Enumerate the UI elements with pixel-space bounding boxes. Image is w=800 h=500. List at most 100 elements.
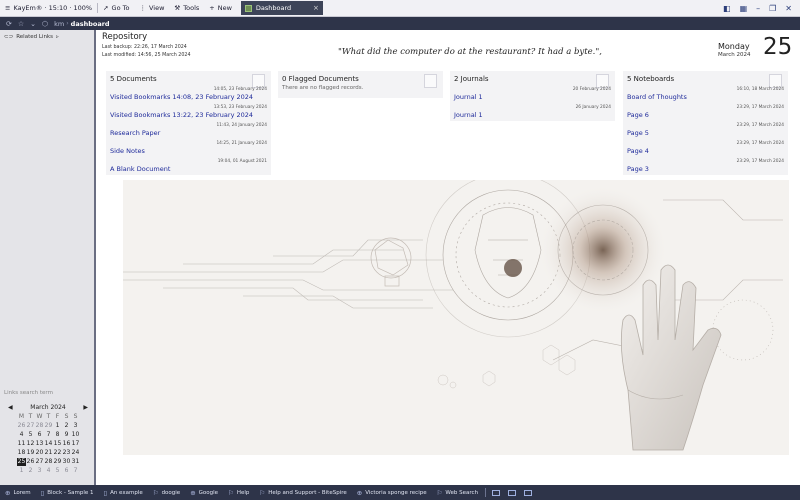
calendar-day[interactable]: 20 [35,449,44,457]
calendar-day[interactable]: 2 [26,467,35,475]
calendar-day[interactable]: 7 [71,467,80,475]
calendar-day[interactable]: 17 [71,440,80,448]
calendar-day[interactable]: 4 [17,431,26,439]
refresh-icon[interactable]: ⟳ [6,20,12,28]
calendar-day[interactable]: 28 [35,422,44,430]
folder-icon[interactable] [508,489,517,496]
calendar-day[interactable]: 23 [62,449,71,457]
item-link[interactable]: Page 4 [627,147,649,155]
calendar-day[interactable]: 6 [35,431,44,439]
tools-menu[interactable]: ⚒ Tools [169,0,204,17]
bookmark-item[interactable]: ⊕ Lorem [0,489,36,497]
calendar-day[interactable]: 3 [35,467,44,475]
bookmark-item[interactable]: ▯ An example [98,489,147,497]
calendar-day[interactable]: 13 [35,440,44,448]
calendar-day[interactable]: 7 [44,431,53,439]
folder-icon[interactable] [524,489,533,496]
bookmark-item[interactable]: ⊕ Victoria sponge recipe [352,489,432,497]
links-search-input[interactable]: Links search term [4,390,53,396]
breadcrumb-separator: › [66,20,69,27]
calendar-day[interactable]: 26 [26,458,35,466]
list-item[interactable]: 23:29, 17 March 2024 Page 4 [623,139,788,157]
view-menu[interactable]: ⋮ View [134,0,169,17]
calendar-day-selected[interactable]: 25 [17,458,26,466]
related-links-header[interactable]: ⊂⊃ Related Links ▹ [0,30,94,44]
calendar-next-icon[interactable]: ▶ [83,404,88,411]
calendar-day[interactable]: 21 [44,449,53,457]
calendar-day[interactable]: 31 [71,458,80,466]
folder-icon[interactable] [492,489,501,496]
calendar-day[interactable]: 10 [71,431,80,439]
list-item[interactable]: 13:53, 23 February 2024 Visited Bookmark… [106,103,271,121]
maximize-icon[interactable]: ❐ [769,4,776,13]
list-item[interactable]: 23:29, 17 March 2024 Page 5 [623,121,788,139]
item-link[interactable]: Page 5 [627,129,649,137]
bookmark-item[interactable]: ⊕ Google [185,489,223,497]
item-link[interactable]: A Blank Document [110,165,170,173]
calendar-day[interactable]: 30 [62,458,71,466]
list-item[interactable]: 14:05, 23 February 2024 Visited Bookmark… [106,85,271,103]
calendar-day[interactable]: 24 [71,449,80,457]
layout-toggle-icon[interactable]: ◧ [723,4,731,13]
calendar-day[interactable]: 15 [53,440,62,448]
list-item[interactable]: 20 February 2024 Journal 1 [450,85,615,103]
list-item[interactable]: 16:10, 18 March 2024 Board of Thoughts [623,85,788,103]
calendar-day[interactable]: 4 [44,467,53,475]
bookmark-item[interactable]: ⚐ doogie [148,489,185,497]
bookmark-item[interactable]: ▯ Block - Sample 1 [36,489,99,497]
calendar-day[interactable]: 29 [53,458,62,466]
calendar-day[interactable]: 22 [53,449,62,457]
calendar-day[interactable]: 14 [44,440,53,448]
bookmark-item[interactable]: ⚐ Web Search [432,489,483,497]
minimize-icon[interactable]: – [756,4,760,13]
item-link[interactable]: Page 3 [627,165,649,173]
new-menu[interactable]: + New [204,0,237,17]
list-item[interactable]: 14:25, 21 January 2024 Side Notes [106,139,271,157]
bookmark-item[interactable]: ⚐ Help and Support - BiteSpire [254,489,351,497]
calendar-day[interactable]: 26 [17,422,26,430]
item-link[interactable]: Visited Bookmarks 14:08, 23 February 202… [110,93,253,101]
item-link[interactable]: Journal 1 [454,93,483,101]
goto-menu[interactable]: ➚ Go To [98,0,134,17]
list-item[interactable]: 19:04, 01 August 2021 A Blank Document [106,157,271,175]
list-item[interactable]: 26 January 2024 Journal 1 [450,103,615,121]
calendar-day[interactable]: 27 [35,458,44,466]
close-icon[interactable]: × [313,4,319,12]
breadcrumb-root[interactable]: km [54,20,64,28]
calendar-day[interactable]: 16 [62,440,71,448]
list-item[interactable]: 23:29, 17 March 2024 Page 3 [623,157,788,175]
calendar-day[interactable]: 5 [26,431,35,439]
calendar-day[interactable]: 6 [62,467,71,475]
calendar-day[interactable]: 1 [17,467,26,475]
calendar-day[interactable]: 1 [53,422,62,430]
calendar-day[interactable]: 27 [26,422,35,430]
calendar-day[interactable]: 28 [44,458,53,466]
calendar-day[interactable]: 12 [26,440,35,448]
list-item[interactable]: 11:43, 24 January 2024 Research Paper [106,121,271,139]
related-links-label: Related Links [16,34,53,40]
item-link[interactable]: Journal 1 [454,111,483,119]
item-link[interactable]: Board of Thoughts [627,93,687,101]
calendar-day[interactable]: 18 [17,449,26,457]
calendar-day[interactable]: 11 [17,440,26,448]
star-icon[interactable]: ☆ [18,20,24,28]
calendar-day[interactable]: 3 [71,422,80,430]
calendar-day[interactable]: 8 [53,431,62,439]
grid-layout-icon[interactable]: ▦ [740,4,748,13]
calendar-day[interactable]: 19 [26,449,35,457]
item-link[interactable]: Page 6 [627,111,649,119]
bookmark-item[interactable]: ⚐ Help [223,489,254,497]
item-link[interactable]: Research Paper [110,129,160,137]
calendar-day[interactable]: 9 [62,431,71,439]
window-close-icon[interactable]: ✕ [785,4,792,13]
calendar-day[interactable]: 29 [44,422,53,430]
calendar-prev-icon[interactable]: ◀ [8,404,13,411]
calendar-day[interactable]: 2 [62,422,71,430]
item-link[interactable]: Visited Bookmarks 13:22, 23 February 202… [110,111,253,119]
list-item[interactable]: 23:29, 17 March 2024 Page 6 [623,103,788,121]
chevron-down-icon[interactable]: ⌄ [30,20,36,28]
tab-dashboard[interactable]: Dashboard × [240,1,323,15]
calendar-day[interactable]: 5 [53,467,62,475]
item-link[interactable]: Side Notes [110,147,145,155]
app-menu[interactable]: ≡ KayEm® · 15:10 · 100% [0,0,97,17]
